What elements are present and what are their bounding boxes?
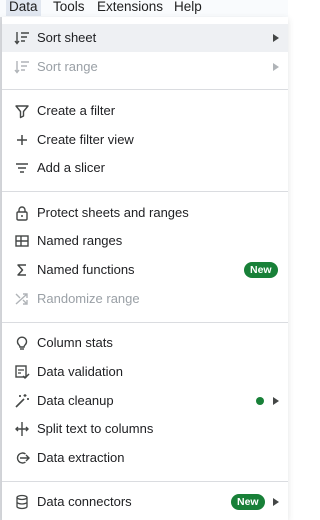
menu-item-label: Randomize range <box>37 291 140 306</box>
menu-item-sort-sheet[interactable]: Sort sheet <box>2 24 288 52</box>
lightbulb-icon <box>13 334 31 352</box>
sigma-icon <box>13 261 31 279</box>
menu-item-label: Create filter view <box>37 132 134 147</box>
menu-item-label: Named functions <box>37 262 135 277</box>
menu-item-create-filter[interactable]: Create a filter <box>2 97 288 125</box>
menu-item-protect-sheets[interactable]: Protect sheets and ranges <box>2 199 288 227</box>
menu-item-label: Split text to columns <box>37 421 154 436</box>
menu-item-data-validation[interactable]: Data validation <box>2 358 288 386</box>
new-badge: New <box>231 494 265 510</box>
menu-item-label: Data extraction <box>37 450 125 465</box>
status-dot <box>256 397 264 405</box>
table-icon <box>13 232 31 250</box>
lock-icon <box>13 204 31 222</box>
divider <box>2 322 288 323</box>
menu-item-create-filter-view[interactable]: Create filter view <box>2 126 288 154</box>
menu-item-label: Column stats <box>37 335 113 350</box>
menu-item-data-connectors[interactable]: Data connectors New <box>2 488 288 516</box>
menu-item-label: Data connectors <box>37 494 132 509</box>
menu-item-column-stats[interactable]: Column stats <box>2 329 288 357</box>
menu-item-data-cleanup[interactable]: Data cleanup <box>2 387 288 415</box>
menu-extensions[interactable]: Extensions <box>94 0 166 16</box>
menu-item-label: Add a slicer <box>37 160 105 175</box>
menu-item-split-text[interactable]: Split text to columns <box>2 415 288 443</box>
submenu-arrow-icon <box>273 498 279 506</box>
sort-icon <box>13 29 31 47</box>
submenu-arrow-icon <box>273 397 279 405</box>
divider <box>2 481 288 482</box>
menu-item-named-functions[interactable]: Named functions New <box>2 256 288 284</box>
menu-item-label: Protect sheets and ranges <box>37 205 189 220</box>
menu-item-label: Create a filter <box>37 103 116 118</box>
menu-item-label: Data validation <box>37 364 123 379</box>
split-icon <box>13 420 31 438</box>
menu-item-label: Sort sheet <box>37 30 97 45</box>
shuffle-icon <box>13 290 31 308</box>
sort-range-icon <box>13 58 31 76</box>
menu-item-label: Data cleanup <box>37 393 114 408</box>
menu-item-label: Sort range <box>37 59 98 74</box>
plus-icon <box>13 131 31 149</box>
menu-item-label: Named ranges <box>37 233 123 248</box>
menu-help[interactable]: Help <box>171 0 205 16</box>
menu-item-randomize-range[interactable]: Randomize range <box>2 285 288 313</box>
menu-item-sort-range[interactable]: Sort range <box>2 53 288 81</box>
validation-icon <box>13 363 31 381</box>
menu-data[interactable]: Data <box>6 0 41 16</box>
menu-tools[interactable]: Tools <box>50 0 88 16</box>
menu-item-add-slicer[interactable]: Add a slicer <box>2 154 288 182</box>
menu-item-data-extraction[interactable]: Data extraction <box>2 444 288 472</box>
extraction-icon <box>13 449 31 467</box>
slicer-icon <box>13 159 31 177</box>
divider <box>2 89 288 90</box>
menubar: Data Tools Extensions Help <box>0 0 288 17</box>
filter-icon <box>13 102 31 120</box>
submenu-arrow-icon <box>273 34 279 42</box>
divider <box>2 191 288 192</box>
magic-wand-icon <box>13 392 31 410</box>
menu-item-named-ranges[interactable]: Named ranges <box>2 227 288 255</box>
data-dropdown-menu: Sort sheet Sort range Create a filter Cr… <box>2 17 288 520</box>
submenu-arrow-icon <box>273 63 279 71</box>
new-badge: New <box>244 262 278 278</box>
database-icon <box>13 493 31 511</box>
